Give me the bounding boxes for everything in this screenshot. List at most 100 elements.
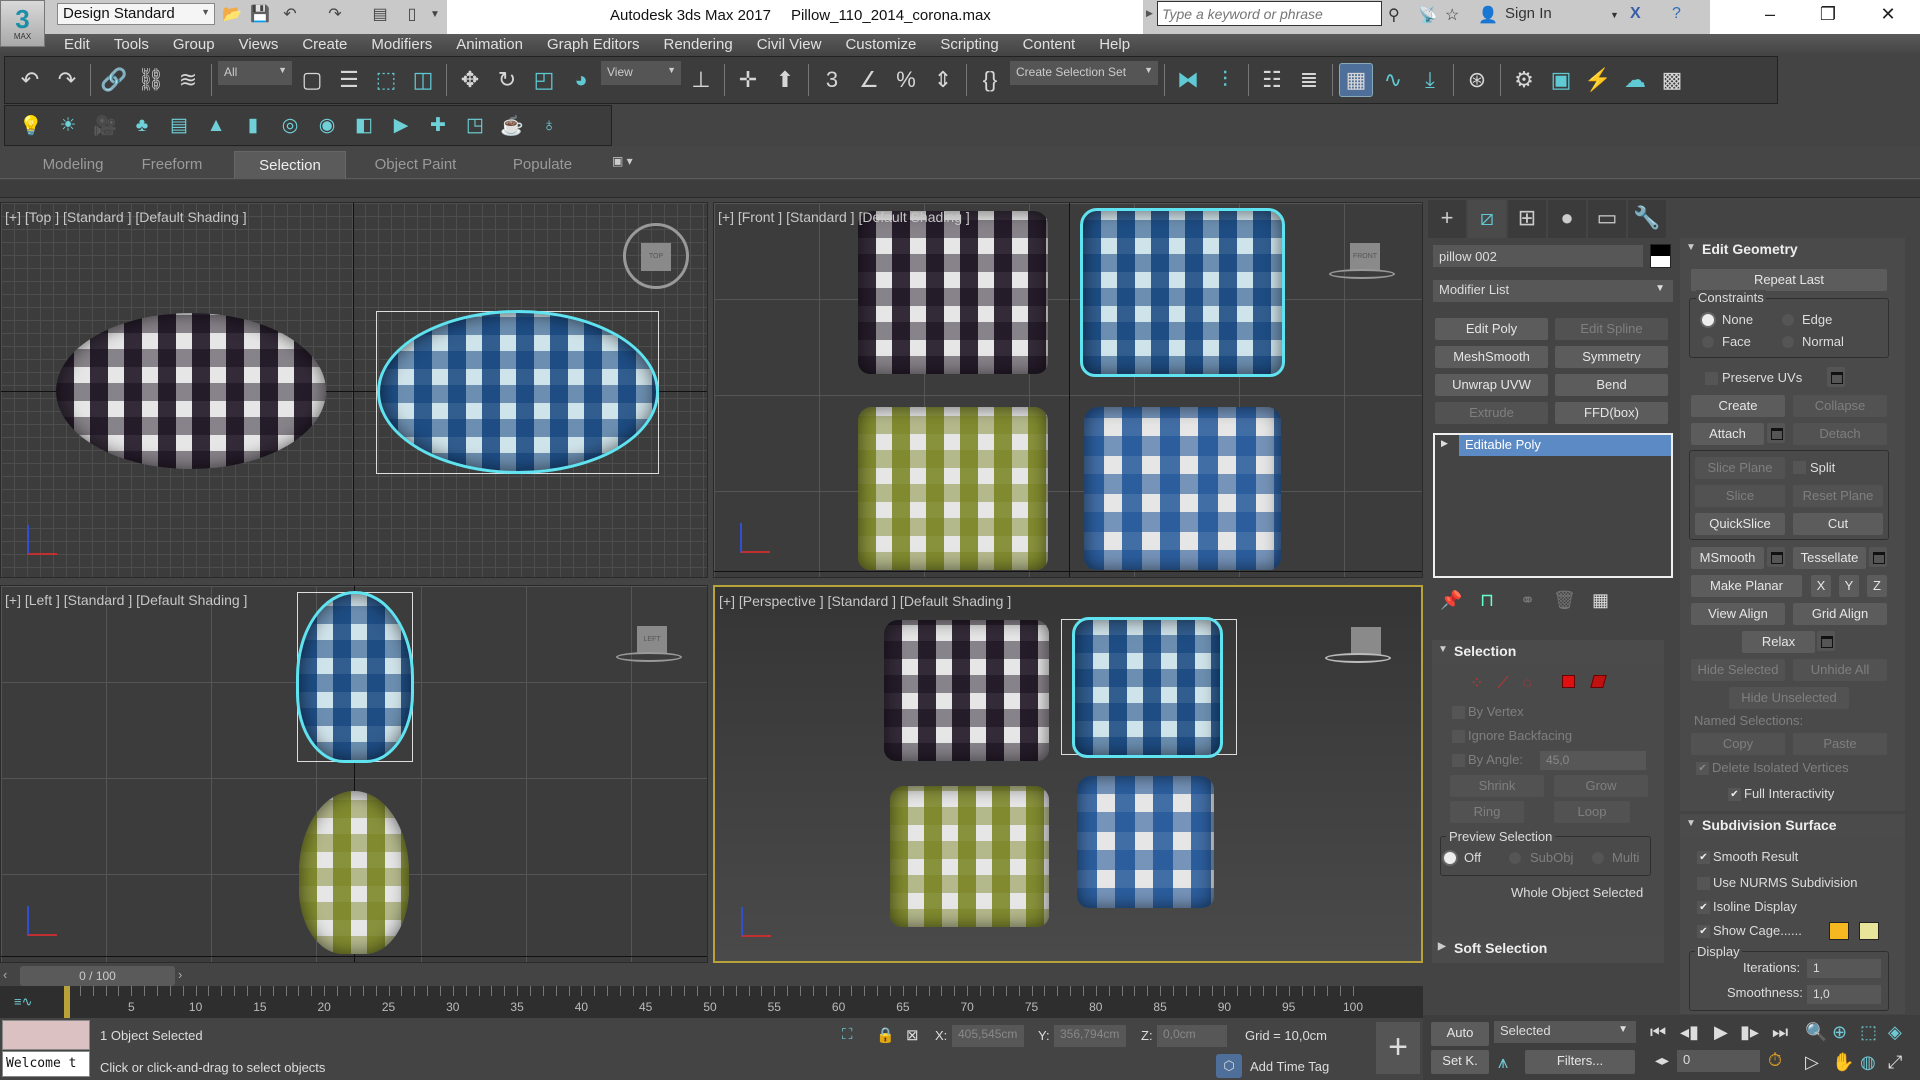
light-icon[interactable]: 💡 — [17, 112, 45, 140]
create-tab-plus-icon[interactable]: + — [1428, 200, 1466, 238]
modifier-button-edit-poly[interactable]: Edit Poly — [1435, 318, 1548, 340]
tessellate-button[interactable]: Tessellate — [1793, 547, 1866, 569]
converter-icon[interactable]: ◳ — [461, 112, 489, 140]
x-coordinate-field[interactable]: 405,545cm — [952, 1025, 1024, 1047]
cage-color-swatch[interactable] — [1829, 922, 1849, 940]
remove-modifier-trash-icon[interactable]: 🗑 — [1553, 590, 1576, 611]
communication-center-icon[interactable]: 📡 — [1418, 5, 1438, 25]
pillow-003[interactable] — [858, 407, 1048, 570]
msmooth-button[interactable]: MSmooth — [1691, 547, 1764, 569]
move-icon[interactable]: ✥ — [453, 63, 487, 97]
render-production-icon[interactable]: ⚡ — [1581, 63, 1615, 97]
loop-button[interactable]: Loop — [1554, 801, 1630, 823]
layer-explorer-icon[interactable]: ≣ — [1292, 63, 1326, 97]
by-vertex-checkbox[interactable] — [1452, 706, 1465, 719]
menu-scripting[interactable]: Scripting — [928, 34, 1010, 55]
preview-subobj-radio[interactable] — [1509, 852, 1521, 864]
menu-graph-editors[interactable]: Graph Editors — [535, 34, 652, 55]
redo-icon[interactable]: ↷ — [325, 5, 345, 25]
modifier-button-symmetry[interactable]: Symmetry — [1555, 346, 1668, 368]
time-slider-track[interactable]: ‹ 0 / 100 › — [0, 964, 1423, 986]
undo-icon[interactable]: ↶ — [13, 63, 47, 97]
zoom-extents-all-icon[interactable]: ◈ — [1888, 1022, 1902, 1043]
constraint-edge-radio[interactable] — [1782, 314, 1794, 326]
attach-settings-icon[interactable] — [1767, 423, 1785, 443]
isolate-selection-icon[interactable]: ⛶ — [842, 1026, 853, 1043]
y-coordinate-field[interactable]: 356,794cm — [1054, 1025, 1126, 1047]
full-interactivity-checkbox[interactable]: ✔ — [1728, 788, 1741, 801]
time-configuration-icon[interactable]: ⏱ — [1768, 1050, 1782, 1071]
view-cube-ring[interactable] — [616, 652, 682, 662]
ribbon-tab-selection[interactable]: Selection — [234, 151, 346, 179]
view-cube[interactable] — [1351, 627, 1381, 655]
stack-item-editable-poly[interactable]: Editable Poly — [1459, 435, 1671, 456]
pan-hand-icon[interactable]: ✋ — [1832, 1052, 1854, 1073]
repeat-last-button[interactable]: Repeat Last — [1691, 269, 1887, 291]
viewport-label[interactable]: [+] [Top ] [Standard ] [Default Shading … — [5, 209, 247, 225]
smooth-result-checkbox[interactable]: ✔ — [1697, 851, 1710, 864]
pillow-001[interactable] — [884, 620, 1049, 761]
menu-create[interactable]: Create — [290, 34, 359, 55]
menu-modifiers[interactable]: Modifiers — [359, 34, 444, 55]
binoculars-icon[interactable]: ⚲ — [1388, 5, 1400, 25]
border-icon[interactable]: ◌ — [1523, 675, 1547, 692]
by-angle-checkbox[interactable] — [1452, 754, 1465, 767]
track-bar[interactable]: ≡∿ 0510152025303540455055606570758085909… — [0, 986, 1423, 1018]
key-filter-dropdown[interactable]: Selected ▼ — [1494, 1021, 1636, 1043]
collapse-button[interactable]: Collapse — [1793, 395, 1887, 417]
soft-selection-rollout-header[interactable]: ▶ Soft Selection — [1432, 937, 1664, 963]
absolute-mode-icon[interactable]: ⊠ — [906, 1026, 919, 1044]
relax-button[interactable]: Relax — [1742, 631, 1815, 653]
auto-key-button[interactable]: Auto — [1431, 1022, 1489, 1046]
time-slider-thumb[interactable]: 0 / 100 — [20, 966, 175, 986]
sign-in-button[interactable]: Sign In — [1505, 5, 1552, 22]
grid-align-button[interactable]: Grid Align — [1793, 603, 1887, 625]
select-manipulate-icon[interactable]: ✛ — [731, 63, 765, 97]
planar-x-button[interactable]: X — [1811, 575, 1831, 597]
hide-unselected-button[interactable]: Hide Unselected — [1729, 687, 1849, 709]
menu-rendering[interactable]: Rendering — [651, 34, 744, 55]
play-icon[interactable]: ▶ — [1714, 1022, 1728, 1043]
preview-multi-radio[interactable] — [1592, 852, 1604, 864]
hide-selected-button[interactable]: Hide Selected — [1691, 659, 1785, 681]
pin-stack-icon[interactable]: 📌 — [1440, 590, 1462, 611]
render-cloud-icon[interactable]: ☁ — [1618, 63, 1652, 97]
tree-icon[interactable]: ▲ — [202, 112, 230, 140]
subobject-level-icons[interactable]: ⁘⟋◌ — [1470, 673, 1546, 693]
iterations-spinner[interactable]: 1 — [1807, 959, 1881, 978]
search-input[interactable] — [1157, 1, 1382, 26]
view-cube[interactable]: TOP — [641, 243, 671, 271]
hierarchy-tab-icon[interactable]: ⊞ — [1508, 200, 1546, 238]
configure-modifier-sets-icon[interactable]: ▦ — [1592, 590, 1609, 611]
view-cube[interactable]: FRONT — [1350, 243, 1380, 271]
view-align-button[interactable]: View Align — [1691, 603, 1785, 625]
modifier-button-bend[interactable]: Bend — [1555, 374, 1668, 396]
use-nurms-checkbox[interactable] — [1697, 877, 1710, 890]
delete-isolated-checkbox[interactable]: ✔ — [1696, 762, 1709, 775]
help-icon[interactable]: ? — [1672, 5, 1681, 23]
vertex-icon[interactable]: ⁘ — [1470, 675, 1497, 692]
split-checkbox[interactable] — [1793, 461, 1806, 474]
zoom-all-icon[interactable]: ⊕ — [1832, 1022, 1847, 1043]
modifier-button-unwrap-uvw[interactable]: Unwrap UVW — [1435, 374, 1548, 396]
view-cube-ring[interactable] — [1325, 653, 1391, 663]
render-gallery-icon[interactable]: ▩ — [1655, 63, 1689, 97]
curve-editor-mini-icon[interactable]: ≡∿ — [14, 994, 32, 1010]
scatter-icon[interactable]: ♣ — [128, 112, 156, 140]
display-tab-icon[interactable]: ▭ — [1588, 200, 1626, 238]
previous-frame-icon[interactable]: ‹ — [3, 967, 7, 982]
pillow-002-selected[interactable] — [1080, 208, 1285, 377]
pillow-004[interactable] — [1084, 407, 1281, 570]
snaps-toggle-icon[interactable]: 3 — [815, 63, 849, 97]
view-cube-ring[interactable] — [1329, 269, 1395, 279]
field-of-view-icon[interactable]: ▷ — [1805, 1052, 1819, 1073]
modifier-button-extrude[interactable]: Extrude — [1435, 402, 1548, 424]
render-view-icon[interactable]: ▶ — [387, 112, 415, 140]
add-time-tag-button[interactable]: Add Time Tag — [1250, 1059, 1329, 1074]
pivot-icon[interactable]: ⊥ — [684, 63, 718, 97]
menu-animation[interactable]: Animation — [444, 34, 535, 55]
proxy-icon[interactable]: ▮ — [239, 112, 267, 140]
cut-button[interactable]: Cut — [1793, 513, 1883, 535]
angle-spinner[interactable]: 45,0 — [1540, 751, 1646, 770]
ribbon-tab-populate[interactable]: Populate — [490, 151, 595, 179]
